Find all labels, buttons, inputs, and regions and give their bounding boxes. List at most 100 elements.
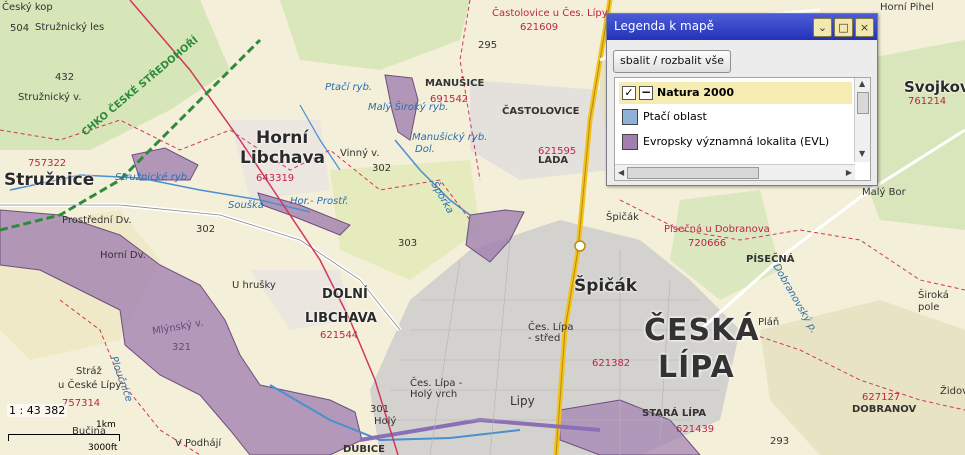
map-label: 321 bbox=[172, 342, 192, 353]
legend-item-label: Ptačí oblast bbox=[643, 110, 707, 123]
cadastral-code: 720666 bbox=[688, 238, 727, 249]
scroll-down-icon[interactable]: ▼ bbox=[859, 149, 865, 158]
cadastral-code: 627127 bbox=[862, 392, 901, 403]
map-label: V Podhájí bbox=[175, 438, 222, 449]
village-label: DOBRANOV bbox=[852, 404, 917, 415]
map-label: Čes. Lípa - Holý vrch bbox=[410, 378, 463, 400]
town-label: Horní bbox=[256, 128, 309, 148]
map-label: Stružnický v. bbox=[18, 92, 82, 103]
chevron-down-icon: ⌄ bbox=[817, 21, 828, 34]
map-label: Prostřední Dv. bbox=[62, 215, 132, 226]
legend-swatch bbox=[622, 134, 638, 150]
cadastral-code: 621439 bbox=[676, 424, 715, 435]
map-label: 432 bbox=[55, 72, 75, 83]
map-label: Malý Bor bbox=[862, 187, 906, 198]
scroll-up-icon[interactable]: ▲ bbox=[859, 79, 865, 88]
scale-ratio: 1 : 43 382 bbox=[7, 404, 68, 417]
map-label: Častolovice u Čes. Lípy bbox=[492, 8, 608, 19]
collapse-toggle[interactable]: − bbox=[639, 86, 653, 100]
map-label: 293 bbox=[770, 436, 790, 447]
legend-body: sbalit / rozbalit vše ✓ − Natura 2000 Pt… bbox=[607, 40, 877, 185]
scroll-thumb[interactable] bbox=[857, 92, 869, 114]
vertical-scrollbar[interactable]: ▲ ▼ bbox=[854, 78, 870, 162]
legend-window[interactable]: Legenda k mapě ⌄ □ × sbalit / rozbalit v… bbox=[606, 13, 878, 186]
town-label: LIBCHAVA bbox=[305, 311, 377, 326]
cadastral-code: 621595 bbox=[538, 146, 577, 157]
legend-item: Ptačí oblast bbox=[619, 106, 852, 128]
water-label: Manušický ryb. bbox=[412, 132, 488, 143]
close-button[interactable]: × bbox=[855, 18, 874, 37]
cadastral-code: 621609 bbox=[520, 22, 559, 33]
water-label: Ptačí ryb. bbox=[325, 82, 373, 93]
cadastral-code: 757322 bbox=[28, 158, 67, 169]
city-label: LÍPA bbox=[658, 350, 735, 385]
legend-item-label: Evropsky významná lokalita (EVL) bbox=[643, 135, 830, 148]
village-label: MANUŠICE bbox=[425, 78, 485, 89]
map-label: Čes. Lípa - střed bbox=[528, 322, 574, 344]
scroll-right-icon[interactable]: ▶ bbox=[846, 168, 852, 177]
village-label: Svojkov bbox=[904, 78, 965, 96]
map-label: Český kop bbox=[2, 2, 53, 13]
village-label: PÍSEČNÁ bbox=[746, 254, 795, 265]
close-icon: × bbox=[859, 21, 870, 34]
minus-icon: − bbox=[640, 85, 652, 99]
water-label: Hor.- Prostř. bbox=[290, 196, 349, 207]
group-label: Natura 2000 bbox=[657, 86, 735, 99]
map-label: 302 bbox=[196, 224, 216, 235]
water-label: Dol. bbox=[415, 144, 435, 155]
map-label: Stružnický les bbox=[35, 22, 105, 33]
scroll-left-icon[interactable]: ◀ bbox=[618, 168, 624, 177]
minimize-button[interactable]: ⌄ bbox=[813, 18, 832, 37]
cadastral-code: 691542 bbox=[430, 94, 469, 105]
town-label: Libchava bbox=[240, 148, 326, 168]
water-label: Stružnické ryb. bbox=[115, 172, 191, 183]
collapse-expand-all-button[interactable]: sbalit / rozbalit vše bbox=[613, 50, 732, 73]
legend-title: Legenda k mapě bbox=[614, 19, 715, 33]
map-label: Vinný v. bbox=[340, 148, 380, 159]
map-label: Písečná u Dobranova bbox=[664, 224, 770, 235]
legend-swatch bbox=[622, 109, 638, 125]
cadastral-code: 621382 bbox=[592, 358, 631, 369]
map-label: Židov bbox=[940, 386, 965, 397]
check-icon: ✓ bbox=[624, 86, 634, 99]
map-label: Pláň bbox=[758, 317, 780, 328]
scale-km-label: 1km bbox=[96, 420, 116, 430]
map-label: Špičák bbox=[606, 212, 639, 223]
map-label: Lipy bbox=[510, 394, 535, 408]
group-checkbox[interactable]: ✓ bbox=[622, 86, 636, 100]
hill-label: Špičák bbox=[574, 276, 638, 296]
legend-titlebar[interactable]: Legenda k mapě ⌄ □ × bbox=[607, 14, 877, 40]
village-label: ČASTOLOVICE bbox=[502, 106, 580, 117]
cadastral-code: 757314 bbox=[62, 398, 101, 409]
map-label: 302 bbox=[372, 163, 392, 174]
cadastral-code: 621544 bbox=[320, 330, 359, 341]
legend-group-natura[interactable]: ✓ − Natura 2000 bbox=[619, 82, 852, 104]
maximize-button[interactable]: □ bbox=[834, 18, 853, 37]
map-label: Stráž bbox=[76, 366, 102, 377]
town-label: Stružnice bbox=[4, 170, 95, 190]
map-label: Horní Pihel bbox=[880, 2, 934, 13]
village-label: STARÁ LÍPA bbox=[642, 408, 707, 419]
map-label: u České Lípy bbox=[58, 380, 122, 391]
map-label: Holý bbox=[374, 416, 397, 427]
scale-bar bbox=[8, 434, 120, 441]
roundabout bbox=[574, 240, 586, 252]
cadastral-code: 761214 bbox=[908, 96, 947, 107]
map-label: 504 bbox=[10, 23, 30, 34]
scale-ft-label: 3000ft bbox=[88, 443, 118, 453]
water-label: Souška bbox=[228, 200, 264, 211]
scroll-thumb[interactable] bbox=[627, 167, 759, 179]
map-label: Horní Dv. bbox=[100, 250, 146, 261]
map-label: U hrušky bbox=[232, 280, 276, 291]
village-label: DUBICE bbox=[343, 444, 385, 455]
map-label: Široká pole bbox=[918, 290, 949, 313]
city-label: ČESKÁ bbox=[644, 313, 760, 348]
maximize-icon: □ bbox=[838, 21, 849, 34]
town-label: DOLNÍ bbox=[322, 287, 368, 302]
horizontal-scrollbar[interactable]: ◀ ▶ bbox=[615, 164, 855, 180]
map-label: 301 bbox=[370, 404, 390, 415]
legend-list[interactable]: ✓ − Natura 2000 Ptačí oblast Evropsky vý… bbox=[614, 77, 871, 181]
map-label: 303 bbox=[398, 238, 418, 249]
map-label: 295 bbox=[478, 40, 498, 51]
legend-item: Evropsky významná lokalita (EVL) bbox=[619, 131, 852, 153]
